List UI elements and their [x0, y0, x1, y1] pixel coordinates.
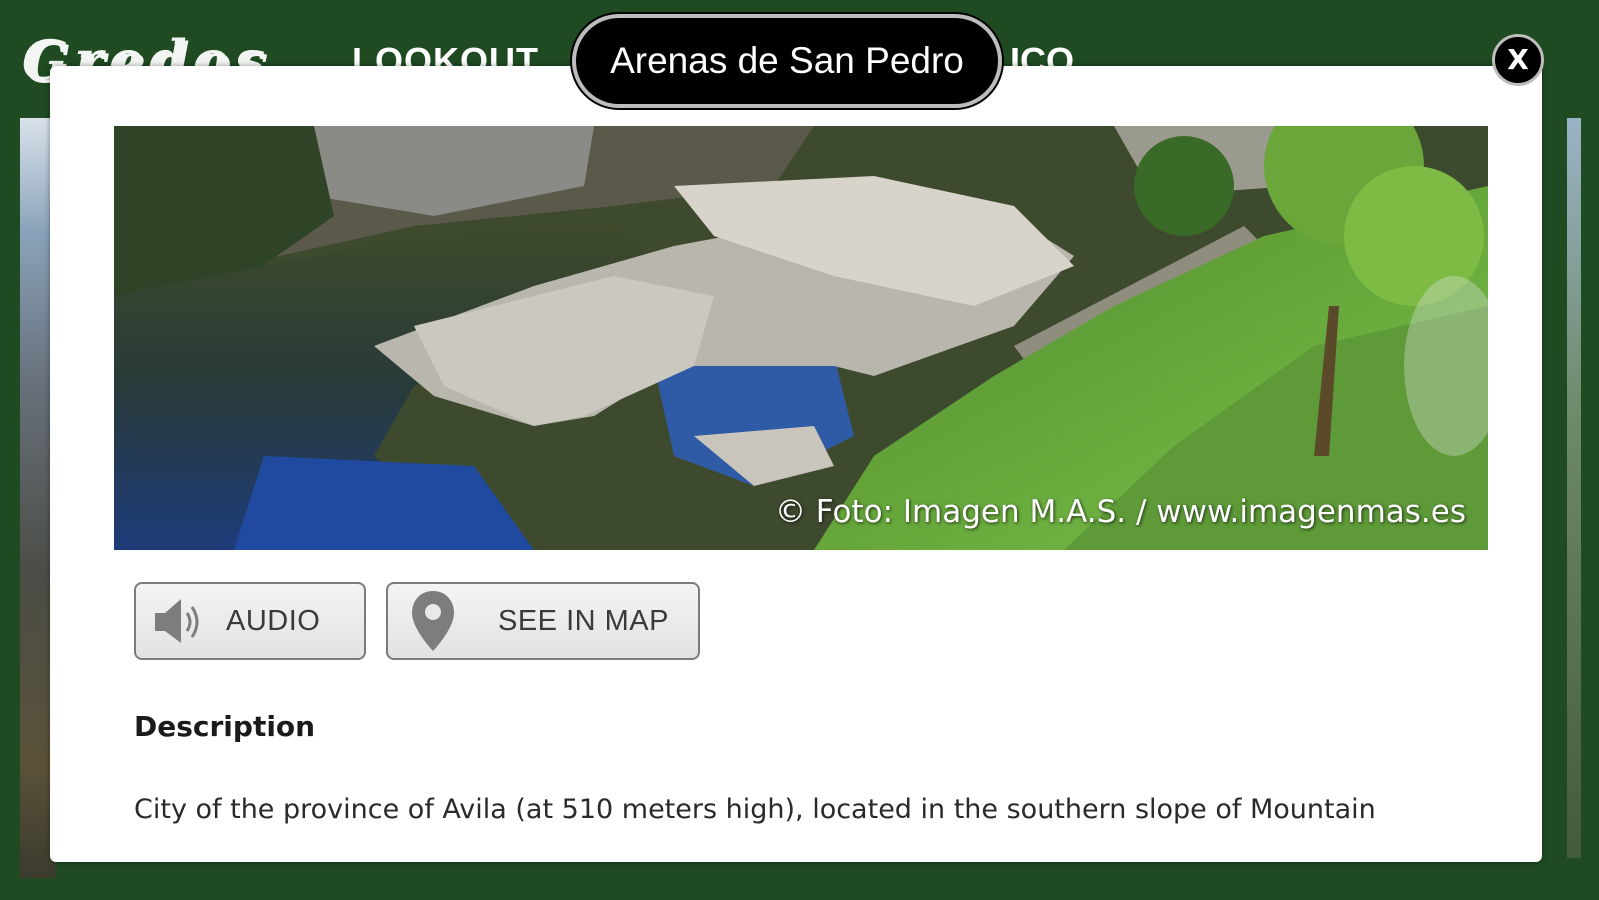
location-modal: © Foto: Imagen M.A.S. / www.imagenmas.es…: [50, 66, 1542, 862]
background-photo-right: [1567, 118, 1581, 858]
photo-credit[interactable]: © Foto: Imagen M.A.S. / www.imagenmas.es: [775, 494, 1466, 530]
close-button[interactable]: X: [1492, 34, 1544, 86]
location-photo: © Foto: Imagen M.A.S. / www.imagenmas.es: [114, 126, 1488, 550]
app-page: Gredos LOOKOUT ICO © Foto: Imagen M.A.S.…: [0, 0, 1599, 900]
see-in-map-label: SEE IN MAP: [498, 604, 669, 637]
see-in-map-button[interactable]: SEE IN MAP: [386, 582, 700, 660]
speaker-icon: [146, 591, 216, 651]
map-pin-icon: [398, 591, 468, 651]
description-heading: Description: [134, 710, 316, 743]
close-icon: X: [1507, 43, 1529, 76]
audio-button[interactable]: AUDIO: [134, 582, 366, 660]
description-text: City of the province of Avila (at 510 me…: [134, 794, 1376, 825]
river-landscape-image: [114, 126, 1488, 550]
audio-button-label: AUDIO: [226, 604, 321, 637]
modal-title: Arenas de San Pedro: [610, 40, 964, 81]
modal-title-pill: Arenas de San Pedro: [572, 14, 1002, 108]
